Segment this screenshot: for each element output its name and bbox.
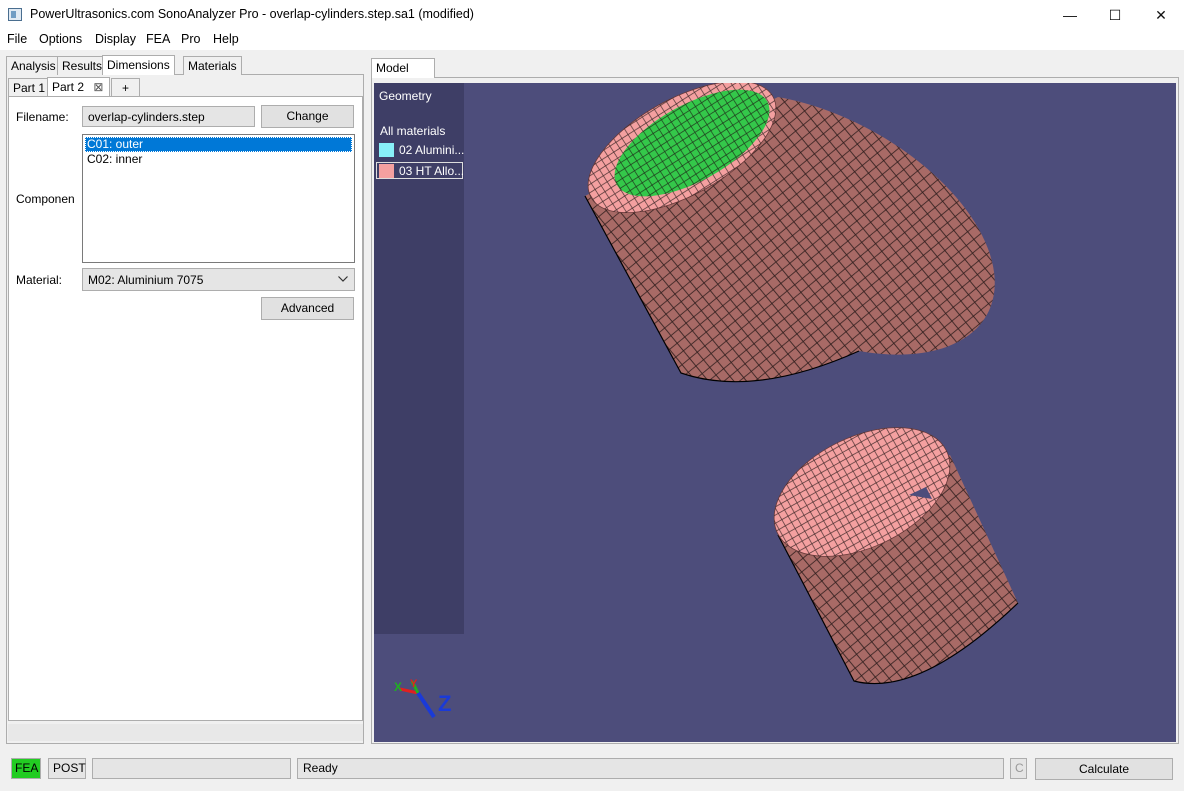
minimize-button[interactable]: — bbox=[1047, 0, 1093, 30]
component-item[interactable]: C01: outer bbox=[85, 137, 352, 152]
menu-pro[interactable]: Pro bbox=[181, 32, 200, 46]
filename-field: overlap-cylinders.step bbox=[82, 106, 255, 127]
chevron-down-icon bbox=[338, 276, 348, 282]
change-button[interactable]: Change bbox=[261, 105, 354, 128]
material-value: M02: Aluminium 7075 bbox=[88, 273, 204, 287]
tab-part-2-label: Part 2 bbox=[52, 80, 85, 94]
status-message: Ready bbox=[297, 758, 1004, 779]
axis-x-label: X bbox=[394, 680, 402, 694]
tab-part-1[interactable]: Part 1 bbox=[8, 78, 51, 97]
fea-button[interactable]: FEA bbox=[11, 758, 41, 779]
model-viewport[interactable]: Geometry All materials 02 Alumini... 03 … bbox=[374, 83, 1176, 742]
axis-y-label: Y bbox=[410, 678, 418, 690]
c-button[interactable]: C bbox=[1010, 758, 1027, 779]
tab-results[interactable]: Results bbox=[57, 56, 108, 75]
axis-z-label: Z bbox=[438, 691, 451, 716]
material-label: Material: bbox=[16, 273, 63, 287]
window-title: PowerUltrasonics.com SonoAnalyzer Pro - … bbox=[30, 7, 474, 21]
tab-part-2[interactable]: Part 2 ⊠ bbox=[47, 77, 110, 97]
title-bar: PowerUltrasonics.com SonoAnalyzer Pro - … bbox=[0, 0, 1184, 30]
component-label: Componen bbox=[16, 192, 75, 206]
menu-bar: File Options Display FEA Pro Help bbox=[0, 30, 1184, 50]
tab-model[interactable]: Model bbox=[371, 58, 435, 78]
component-list[interactable]: C01: outer C02: inner bbox=[82, 134, 355, 263]
left-scroll-area bbox=[8, 724, 363, 741]
maximize-button[interactable]: ☐ bbox=[1092, 0, 1138, 30]
outer-cylinder-top bbox=[584, 83, 995, 383]
menu-options[interactable]: Options bbox=[39, 32, 82, 46]
menu-fea[interactable]: FEA bbox=[146, 32, 170, 46]
material-select[interactable]: M02: Aluminium 7075 bbox=[82, 268, 355, 291]
post-button[interactable]: POST bbox=[48, 758, 86, 779]
component-item[interactable]: C02: inner bbox=[85, 152, 352, 167]
close-button[interactable]: ✕ bbox=[1138, 0, 1184, 30]
inner-cylinder-bottom bbox=[773, 427, 1019, 685]
tab-materials[interactable]: Materials bbox=[183, 56, 242, 75]
menu-display[interactable]: Display bbox=[95, 32, 136, 46]
filename-label: Filename: bbox=[16, 110, 69, 124]
axis-triad: X Y Z bbox=[394, 678, 451, 719]
app-icon bbox=[8, 8, 22, 21]
mesh-scene: X Y Z bbox=[394, 83, 1019, 719]
menu-help[interactable]: Help bbox=[213, 32, 239, 46]
advanced-button[interactable]: Advanced bbox=[261, 297, 354, 320]
tab-analysis[interactable]: Analysis bbox=[6, 56, 61, 75]
progress-box bbox=[92, 758, 291, 779]
add-part-tab[interactable]: + bbox=[111, 78, 140, 97]
menu-file[interactable]: File bbox=[7, 32, 27, 46]
close-tab-icon[interactable]: ⊠ bbox=[93, 80, 103, 94]
calculate-button[interactable]: Calculate bbox=[1035, 758, 1173, 780]
tab-dimensions[interactable]: Dimensions bbox=[102, 55, 175, 75]
